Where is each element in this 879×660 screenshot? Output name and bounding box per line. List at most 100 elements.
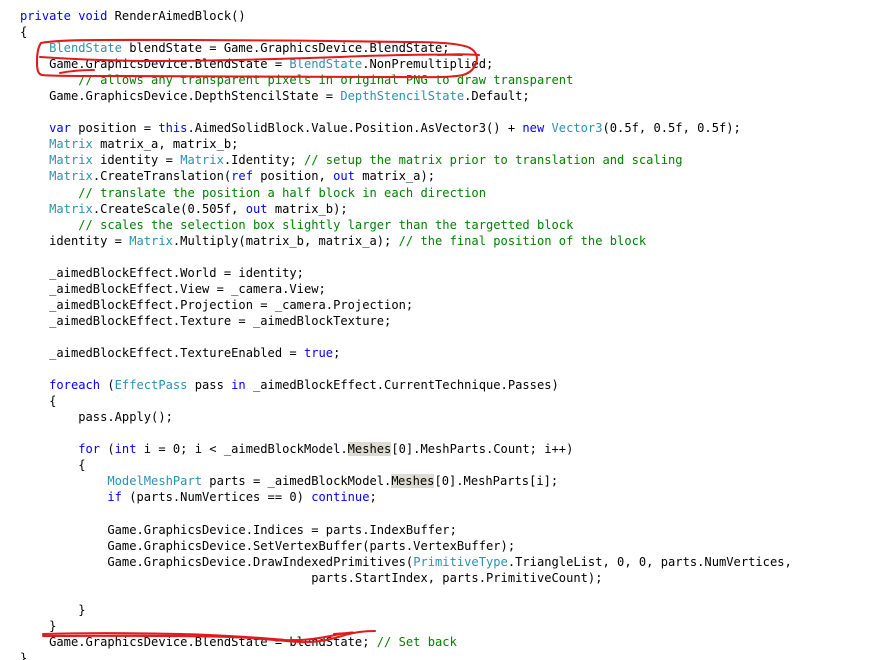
code-token-plain: .Default; (464, 89, 530, 104)
code-token-sel: Meshes (347, 442, 392, 457)
code-token-type: Matrix (129, 233, 173, 248)
code-token-comment: // translate the position a half block i… (78, 185, 486, 200)
code-token-plain: (parts.NumVertices == 0) (121, 490, 312, 505)
code-line[interactable] (0, 329, 879, 345)
code-token-type: Matrix (49, 169, 93, 184)
code-line[interactable]: _aimedBlockEffect.World = identity; (0, 265, 879, 281)
code-line[interactable]: parts.StartIndex, parts.PrimitiveCount); (0, 570, 879, 586)
code-line[interactable]: } (0, 618, 879, 634)
code-token-type: ModelMeshPart (107, 474, 203, 489)
code-line[interactable]: var position = this.AimedSolidBlock.Valu… (0, 120, 879, 136)
code-token-plain: } (20, 650, 28, 660)
code-line[interactable]: } (0, 650, 879, 660)
code-token-kw: if (107, 490, 122, 505)
code-line[interactable]: } (0, 602, 879, 618)
code-line[interactable]: { (0, 457, 879, 473)
code-line[interactable]: foreach (EffectPass pass in _aimedBlockE… (0, 377, 879, 393)
code-line[interactable]: _aimedBlockEffect.Projection = _camera.P… (0, 297, 879, 313)
code-token-plain: .CreateScale(0.505f, (92, 201, 246, 216)
code-line[interactable]: // allows any transparent pixels in orig… (0, 72, 879, 88)
code-line[interactable]: _aimedBlockEffect.View = _camera.View; (0, 281, 879, 297)
code-line[interactable]: Game.GraphicsDevice.SetVertexBuffer(part… (0, 538, 879, 554)
code-line[interactable]: Matrix.CreateTranslation(ref position, o… (0, 168, 879, 184)
code-token-type: BlendState (49, 41, 122, 56)
code-line[interactable]: { (0, 393, 879, 409)
code-lines-container: private void RenderAimedBlock(){ BlendSt… (0, 8, 879, 660)
code-line[interactable]: pass.Apply(); (0, 409, 879, 425)
code-line[interactable]: // translate the position a half block i… (0, 185, 879, 201)
code-line[interactable]: Matrix identity = Matrix.Identity; // se… (0, 152, 879, 168)
code-line[interactable] (0, 104, 879, 120)
code-token-kw: true (303, 345, 334, 360)
code-line[interactable]: Game.GraphicsDevice.DepthStencilState = … (0, 88, 879, 104)
code-line[interactable]: _aimedBlockEffect.TextureEnabled = true; (0, 345, 879, 361)
code-token-kw: foreach (49, 378, 101, 393)
code-line[interactable]: for (int i = 0; i < _aimedBlockModel.Mes… (0, 441, 879, 457)
code-line[interactable]: BlendState blendState = Game.GraphicsDev… (0, 40, 879, 56)
code-token-kw: int (114, 442, 137, 457)
code-line[interactable]: Game.GraphicsDevice.Indices = parts.Inde… (0, 522, 879, 538)
code-token-type: Matrix (49, 153, 93, 168)
code-token-plain: Game.GraphicsDevice.DrawIndexedPrimitive… (107, 554, 414, 569)
code-line[interactable]: Game.GraphicsDevice.BlendState = BlendSt… (0, 56, 879, 72)
code-token-plain: identity = (92, 153, 181, 168)
code-token-kw: for (78, 442, 101, 457)
code-token-plain: _aimedBlockEffect.View = _camera.View; (49, 281, 326, 296)
code-token-plain: (0.5f, 0.5f, 0.5f); (602, 121, 741, 136)
code-token-plain: position = (70, 121, 159, 136)
code-line[interactable]: ModelMeshPart parts = _aimedBlockModel.M… (0, 473, 879, 489)
code-token-plain: position, (253, 169, 334, 184)
code-line[interactable]: Matrix.CreateScale(0.505f, out matrix_b)… (0, 201, 879, 217)
code-line[interactable]: identity = Matrix.Multiply(matrix_b, mat… (0, 233, 879, 249)
code-token-plain: _aimedBlockEffect.Texture = _aimedBlockT… (49, 313, 392, 328)
code-line[interactable]: { (0, 24, 879, 40)
code-line[interactable] (0, 586, 879, 602)
code-token-plain: .TriangleList, 0, 0, parts.NumVertices, (507, 554, 792, 569)
code-token-plain: ( (100, 442, 115, 457)
code-token-type: DepthStencilState (340, 89, 465, 104)
code-line[interactable] (0, 425, 879, 441)
code-token-type: EffectPass (114, 378, 188, 393)
code-token-plain: _aimedBlockEffect.World = identity; (49, 265, 304, 280)
code-token-comment: // setup the matrix prior to translation… (303, 153, 683, 168)
code-line[interactable]: Game.GraphicsDevice.BlendState = blendSt… (0, 634, 879, 650)
code-line[interactable]: private void RenderAimedBlock() (0, 8, 879, 24)
code-token-kw: in (231, 378, 246, 393)
code-line[interactable]: Matrix matrix_a, matrix_b; (0, 136, 879, 152)
code-token-plain: .Identity; (223, 153, 304, 168)
code-line[interactable] (0, 249, 879, 265)
code-line[interactable] (0, 361, 879, 377)
code-token-plain: { (78, 458, 86, 473)
code-token-plain: Game.GraphicsDevice.BlendState = blendSt… (49, 634, 377, 649)
code-token-plain: Game.GraphicsDevice.BlendState = (49, 57, 290, 72)
code-line[interactable]: if (parts.NumVertices == 0) continue; (0, 489, 879, 505)
code-token-kw: ref (231, 169, 253, 184)
code-line[interactable]: Game.GraphicsDevice.DrawIndexedPrimitive… (0, 554, 879, 570)
code-token-type: BlendState (289, 57, 363, 72)
code-line[interactable]: _aimedBlockEffect.Texture = _aimedBlockT… (0, 313, 879, 329)
code-line[interactable] (0, 505, 879, 521)
code-editor-surface[interactable]: private void RenderAimedBlock(){ BlendSt… (0, 0, 879, 660)
code-token-kw: void (78, 9, 108, 23)
code-line[interactable]: // scales the selection box slightly lar… (0, 217, 879, 233)
code-token-plain: } (49, 618, 57, 633)
code-token-comment: // Set back (376, 634, 457, 649)
